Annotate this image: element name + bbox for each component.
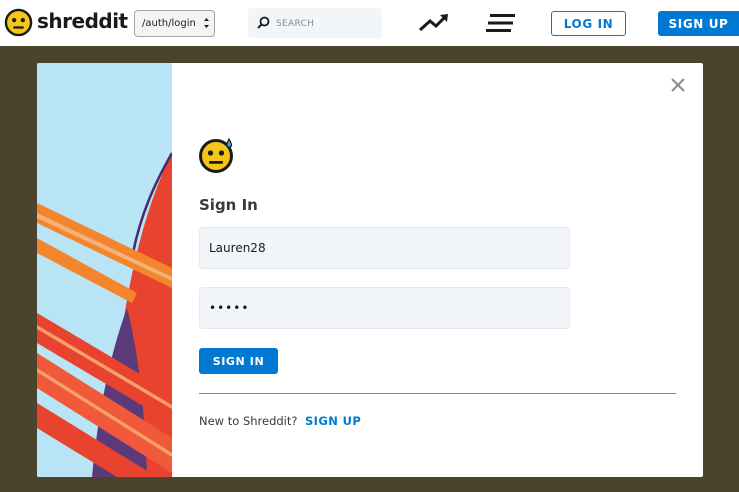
close-icon[interactable] bbox=[669, 76, 687, 94]
search-icon bbox=[257, 16, 270, 29]
snoo-sweat-logo-icon bbox=[199, 137, 233, 173]
search-bar[interactable] bbox=[248, 8, 382, 38]
signup-button[interactable]: SIGN UP bbox=[658, 11, 739, 36]
path-select[interactable]: /auth/login bbox=[134, 10, 215, 37]
signin-title: Sign In bbox=[199, 196, 258, 214]
logo-text[interactable]: shreddit bbox=[37, 9, 128, 33]
chevron-updown-icon bbox=[204, 18, 209, 28]
password-field[interactable] bbox=[199, 287, 570, 329]
divider bbox=[199, 393, 676, 394]
search-input[interactable] bbox=[274, 15, 378, 33]
new-user-text: New to Shreddit? bbox=[199, 414, 298, 428]
menu-icon[interactable] bbox=[486, 13, 516, 33]
modal-side-artwork bbox=[37, 63, 172, 477]
signin-modal: Sign In SIGN IN New to Shreddit? SIGN UP bbox=[37, 63, 703, 477]
login-button[interactable]: LOG IN bbox=[551, 11, 626, 36]
path-select-value: /auth/login bbox=[142, 18, 196, 29]
shreddit-logo-icon[interactable] bbox=[4, 8, 33, 37]
username-field[interactable] bbox=[199, 227, 570, 269]
trending-icon[interactable] bbox=[418, 13, 450, 33]
signup-link[interactable]: SIGN UP bbox=[305, 414, 361, 428]
top-header: shreddit /auth/login LOG IN SIGN UP bbox=[0, 0, 739, 46]
signin-submit-button[interactable]: SIGN IN bbox=[199, 348, 278, 374]
